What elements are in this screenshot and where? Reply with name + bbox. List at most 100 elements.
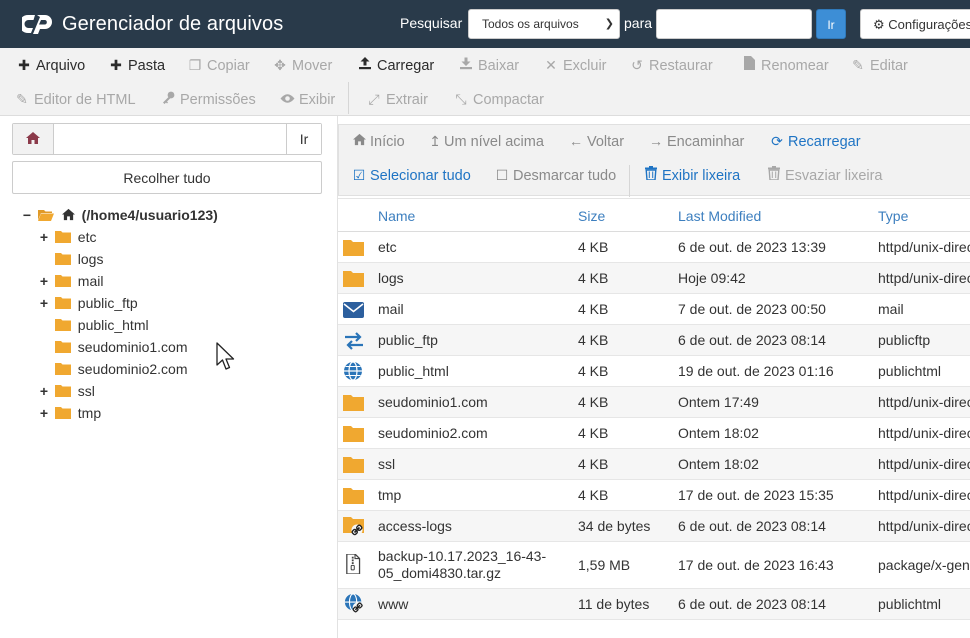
collapse-toggle-icon[interactable]: − bbox=[20, 204, 34, 226]
tree-item-seudominio2[interactable]: seudominio2.com bbox=[37, 358, 188, 380]
new-folder-button[interactable]: ✚ Pasta bbox=[108, 54, 165, 76]
home-icon[interactable] bbox=[13, 124, 54, 154]
table-row[interactable]: access-logs 34 de bytes 6 de out. de 202… bbox=[338, 511, 970, 542]
table-row[interactable]: public_ftp 4 KB 6 de out. de 2023 08:14 … bbox=[338, 325, 970, 356]
file-modified: Ontem 17:49 bbox=[678, 394, 759, 410]
empty-trash-button[interactable]: Esvaziar lixeira bbox=[766, 164, 883, 186]
tree-item-ssl[interactable]: + ssl bbox=[37, 380, 95, 402]
column-header-last-modified[interactable]: Last Modified bbox=[678, 208, 761, 224]
tree-item-etc[interactable]: + etc bbox=[37, 226, 97, 248]
compress-button[interactable]: ⤡ Compactar bbox=[453, 88, 544, 110]
tree-item-seudominio1[interactable]: seudominio1.com bbox=[37, 336, 188, 358]
rename-button[interactable]: Renomear bbox=[741, 54, 829, 76]
new-file-button[interactable]: ✚ Arquivo bbox=[16, 54, 85, 76]
column-header-type[interactable]: Type bbox=[878, 208, 908, 224]
file-name: mail bbox=[378, 301, 404, 317]
tree-item-mail[interactable]: + mail bbox=[37, 270, 104, 292]
plus-icon: ✚ bbox=[18, 57, 30, 73]
pencil-icon: ✎ bbox=[852, 57, 864, 73]
expand-toggle-icon[interactable]: + bbox=[37, 402, 51, 424]
folder-open-icon bbox=[37, 210, 54, 221]
show-trash-button[interactable]: Exibir lixeira bbox=[643, 164, 740, 186]
transfer-arrows-icon bbox=[345, 332, 363, 350]
up-one-level-button[interactable]: ↥ Um nível acima bbox=[429, 130, 544, 152]
search-scope-select[interactable]: Todos os arquivos ❯ bbox=[468, 9, 620, 39]
tree-item-label: seudominio2.com bbox=[77, 361, 188, 377]
cpanel-logo-icon bbox=[22, 15, 52, 34]
table-row[interactable]: public_html 4 KB 19 de out. de 2023 01:1… bbox=[338, 356, 970, 387]
file-size: 1,59 MB bbox=[578, 557, 631, 573]
home-button[interactable]: Início bbox=[351, 130, 405, 152]
upload-label: Carregar bbox=[377, 58, 435, 74]
select-all-button[interactable]: ☑ Selecionar tudo bbox=[351, 164, 471, 186]
table-row[interactable]: ssl 4 KB Ontem 18:02 httpd/unix-director… bbox=[338, 449, 970, 480]
tree-item-label: public_ftp bbox=[77, 295, 138, 311]
plus-icon: ✚ bbox=[110, 57, 122, 73]
trash-icon bbox=[643, 164, 659, 186]
forward-button[interactable]: → Encaminhar bbox=[648, 130, 744, 152]
tree-item-public-html[interactable]: public_html bbox=[37, 314, 149, 336]
table-row[interactable]: seudominio1.com 4 KB Ontem 17:49 httpd/u… bbox=[338, 387, 970, 418]
expand-toggle-icon[interactable]: + bbox=[37, 380, 51, 402]
search-go-button[interactable]: Ir bbox=[816, 9, 846, 39]
tree-item-tmp[interactable]: + tmp bbox=[37, 402, 101, 424]
copy-button[interactable]: ❐ Copiar bbox=[187, 54, 250, 76]
file-size: 4 KB bbox=[578, 301, 609, 317]
table-row[interactable]: www 11 de bytes 6 de out. de 2023 08:14 … bbox=[338, 589, 970, 620]
globe-icon bbox=[344, 361, 362, 381]
table-row[interactable]: mail 4 KB 7 de out. de 2023 00:50 mail bbox=[338, 294, 970, 325]
reload-button[interactable]: ⟳ Recarregar bbox=[769, 130, 860, 152]
eye-icon bbox=[279, 88, 295, 110]
file-name: backup-10.17.2023_16-43- 05_domi4830.tar… bbox=[378, 548, 546, 582]
back-button[interactable]: ← Voltar bbox=[568, 130, 624, 152]
table-row[interactable]: tmp 4 KB 17 de out. de 2023 15:35 httpd/… bbox=[338, 480, 970, 511]
expand-toggle-icon[interactable]: + bbox=[37, 270, 51, 292]
path-go-button[interactable]: Ir bbox=[286, 124, 321, 154]
path-input[interactable] bbox=[54, 124, 287, 154]
folder-icon bbox=[54, 363, 71, 375]
download-button[interactable]: Baixar bbox=[458, 54, 519, 76]
expand-toggle-icon[interactable]: + bbox=[37, 226, 51, 248]
extract-button[interactable]: ⤢ Extrair bbox=[366, 88, 428, 110]
edit-button[interactable]: ✎ Editar bbox=[850, 54, 908, 76]
column-header-name[interactable]: Name bbox=[378, 208, 415, 224]
column-header-size[interactable]: Size bbox=[578, 208, 605, 224]
file-size: 11 de bytes bbox=[578, 596, 650, 612]
expand-toggle-icon[interactable]: + bbox=[37, 292, 51, 314]
table-header: Name Size Last Modified Type bbox=[338, 198, 970, 232]
file-icon bbox=[741, 54, 757, 76]
restore-button[interactable]: ↺ Restaurar bbox=[629, 54, 713, 76]
collapse-all-button[interactable]: Recolher tudo bbox=[12, 161, 322, 194]
delete-label: Excluir bbox=[563, 58, 607, 74]
file-size: 4 KB bbox=[578, 270, 609, 286]
tree-root[interactable]: − (/home4/usuario123) bbox=[20, 204, 218, 226]
move-button[interactable]: ✥ Mover bbox=[272, 54, 332, 76]
folder-icon bbox=[54, 275, 71, 287]
html-editor-button[interactable]: ✎ Editor de HTML bbox=[14, 88, 135, 110]
tree-root-label: (/home4/usuario123) bbox=[81, 207, 218, 223]
navigation-bar: Início ↥ Um nível acima ← Voltar → Encaminh… bbox=[338, 124, 970, 197]
table-row[interactable]: seudominio2.com 4 KB Ontem 18:02 httpd/u… bbox=[338, 418, 970, 449]
para-label: para bbox=[624, 15, 653, 31]
folder-icon bbox=[54, 297, 71, 309]
tree-item-label: logs bbox=[77, 251, 104, 267]
tree-item-logs[interactable]: logs bbox=[37, 248, 103, 270]
permissions-button[interactable]: Permissões bbox=[160, 88, 256, 110]
file-name: public_html bbox=[378, 363, 449, 379]
copy-label: Copiar bbox=[207, 58, 250, 74]
chevron-down-icon: ❯ bbox=[604, 18, 614, 30]
table-row[interactable]: backup-10.17.2023_16-43- 05_domi4830.tar… bbox=[338, 542, 970, 589]
file-size: 4 KB bbox=[578, 239, 609, 255]
upload-button[interactable]: Carregar bbox=[357, 54, 434, 76]
toolbar-divider bbox=[348, 82, 349, 114]
deselect-all-button[interactable]: ☐ Desmarcar tudo bbox=[494, 164, 616, 186]
settings-button[interactable]: ⚙ Configurações bbox=[860, 9, 970, 39]
search-input[interactable] bbox=[656, 9, 812, 39]
tree-item-public-ftp[interactable]: + public_ftp bbox=[37, 292, 138, 314]
view-button[interactable]: Exibir bbox=[279, 88, 335, 110]
file-modified: 6 de out. de 2023 08:14 bbox=[678, 332, 826, 348]
table-row[interactable]: etc 4 KB 6 de out. de 2023 13:39 httpd/u… bbox=[338, 232, 970, 263]
delete-button[interactable]: ✕ Excluir bbox=[543, 54, 607, 76]
arrow-right-icon: → bbox=[649, 133, 663, 149]
table-row[interactable]: logs 4 KB Hoje 09:42 httpd/unix-director… bbox=[338, 263, 970, 294]
